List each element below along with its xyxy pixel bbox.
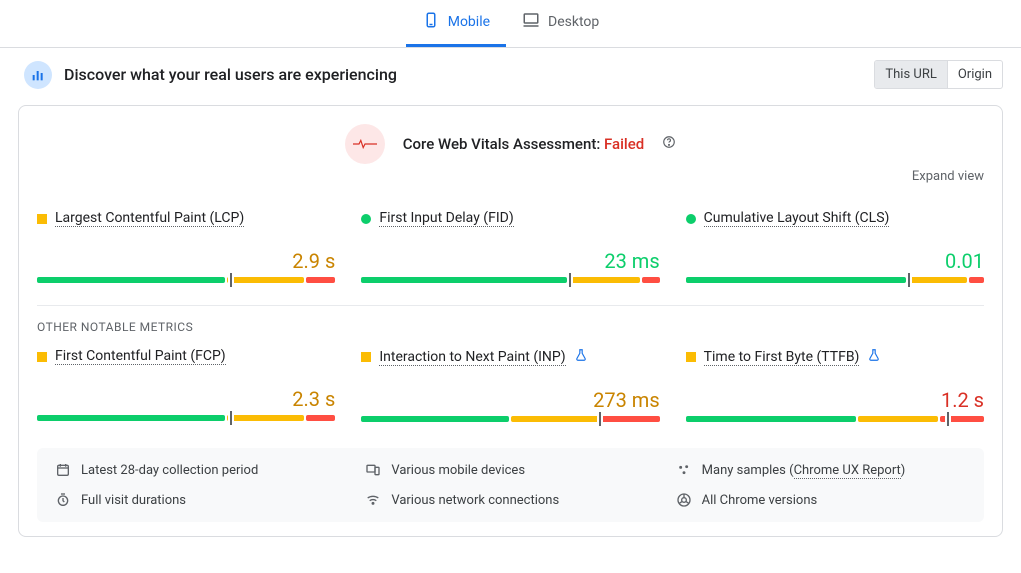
metric-bar-cls (686, 277, 984, 283)
metric-name-lcp[interactable]: Largest Contentful Paint (LCP) (55, 210, 244, 227)
desktop-icon (522, 11, 540, 33)
footer-versions: All Chrome versions (676, 492, 966, 508)
status-square-icon (37, 352, 47, 362)
wifi-icon (365, 492, 381, 508)
header-row: Discover what your real users are experi… (0, 48, 1021, 97)
assessment-status: Failed (604, 135, 644, 153)
metric-inp[interactable]: Interaction to Next Paint (INP) 273 ms (361, 348, 659, 422)
page-title: Discover what your real users are experi… (64, 65, 397, 84)
devices-icon (365, 462, 381, 478)
data-source-footer: Latest 28-day collection period Various … (37, 448, 984, 522)
status-square-icon (361, 352, 371, 362)
metric-name-fid[interactable]: First Input Delay (FID) (379, 210, 513, 227)
footer-networks: Various network connections (365, 492, 655, 508)
status-dot-icon (686, 214, 696, 224)
calendar-icon (55, 462, 71, 478)
device-tabs: Mobile Desktop (0, 0, 1021, 48)
tab-mobile[interactable]: Mobile (406, 0, 506, 47)
metric-value-fcp: 2.3 s (37, 387, 335, 411)
metric-bar-ttfb (686, 416, 984, 422)
metric-name-cls[interactable]: Cumulative Layout Shift (CLS) (704, 210, 890, 227)
scope-origin[interactable]: Origin (947, 61, 1002, 88)
footer-collection-period: Latest 28-day collection period (55, 462, 345, 478)
metric-name-fcp[interactable]: First Contentful Paint (FCP) (55, 348, 226, 365)
flask-icon (574, 348, 588, 366)
samples-icon (676, 462, 692, 478)
expand-view-link[interactable]: Expand view (912, 169, 984, 184)
metric-ttfb[interactable]: Time to First Byte (TTFB) 1.2 s (686, 348, 984, 422)
scope-toggle: This URL Origin (874, 60, 1003, 89)
metric-value-ttfb: 1.2 s (686, 388, 984, 412)
metric-fcp[interactable]: First Contentful Paint (FCP) 2.3 s (37, 348, 335, 422)
status-square-icon (686, 352, 696, 362)
metric-value-fid: 23 ms (361, 249, 659, 273)
metric-value-lcp: 2.9 s (37, 249, 335, 273)
assessment-row: Core Web Vitals Assessment: Failed Expan… (37, 124, 984, 164)
footer-samples: Many samples (Chrome UX Report) (676, 462, 966, 478)
metric-value-inp: 273 ms (361, 388, 659, 412)
metric-bar-inp (361, 416, 659, 422)
divider (37, 305, 984, 306)
other-metrics-grid: First Contentful Paint (FCP) 2.3 s Inter… (37, 348, 984, 422)
footer-devices: Various mobile devices (365, 462, 655, 478)
help-icon[interactable] (662, 135, 676, 153)
metric-fid[interactable]: First Input Delay (FID) 23 ms (361, 210, 659, 283)
field-data-card: Core Web Vitals Assessment: Failed Expan… (18, 105, 1003, 537)
scope-this-url[interactable]: This URL (875, 61, 946, 88)
metric-lcp[interactable]: Largest Contentful Paint (LCP) 2.9 s (37, 210, 335, 283)
chrome-ux-report-link[interactable]: Chrome UX Report (794, 463, 901, 479)
metric-bar-fid (361, 277, 659, 283)
metric-cls[interactable]: Cumulative Layout Shift (CLS) 0.01 (686, 210, 984, 283)
metric-name-ttfb[interactable]: Time to First Byte (TTFB) (704, 349, 860, 366)
section-label: OTHER NOTABLE METRICS (37, 320, 984, 334)
chrome-icon (676, 492, 692, 508)
flask-icon (867, 348, 881, 366)
metric-value-cls: 0.01 (686, 249, 984, 273)
status-square-icon (37, 214, 47, 224)
metric-bar-lcp (37, 277, 335, 283)
tab-desktop-label: Desktop (548, 14, 599, 30)
assessment-text: Core Web Vitals Assessment: Failed (403, 135, 644, 153)
clock-icon (55, 492, 71, 508)
core-metrics-grid: Largest Contentful Paint (LCP) 2.9 s Fir… (37, 210, 984, 283)
footer-durations: Full visit durations (55, 492, 345, 508)
mobile-icon (422, 11, 440, 33)
tab-desktop[interactable]: Desktop (506, 0, 615, 47)
gauge-icon (24, 61, 52, 89)
pulse-icon (345, 124, 385, 164)
metric-name-inp[interactable]: Interaction to Next Paint (INP) (379, 349, 565, 366)
status-dot-icon (361, 214, 371, 224)
tab-mobile-label: Mobile (448, 14, 490, 30)
metric-bar-fcp (37, 415, 335, 421)
